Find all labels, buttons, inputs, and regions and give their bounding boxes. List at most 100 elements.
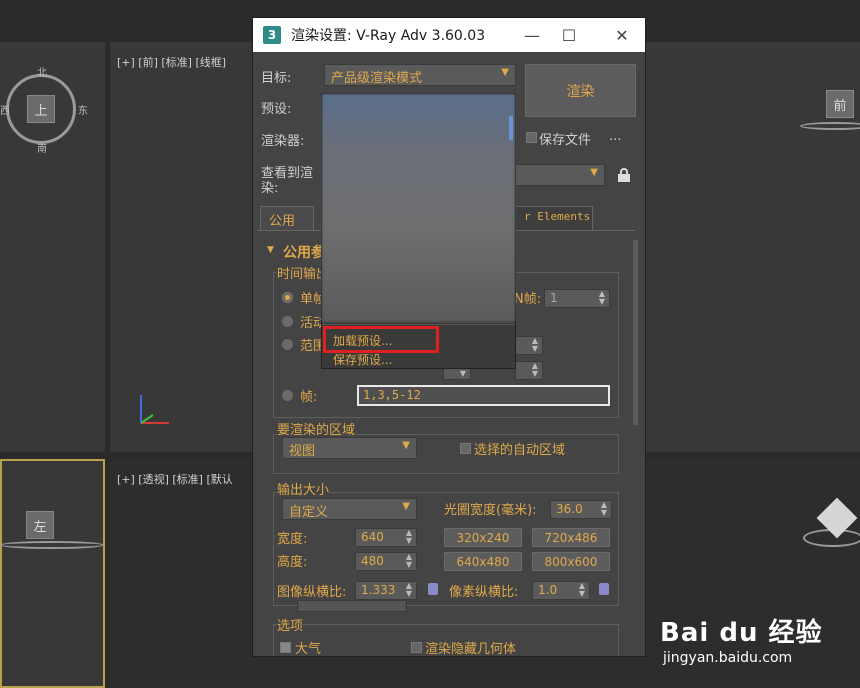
image-aspect-label: 图像纵横比: (277, 585, 347, 600)
menu-separator (322, 324, 515, 325)
viewcube-ring (0, 541, 104, 549)
spinner-arrows-icon[interactable]: ▲▼ (601, 501, 607, 517)
range-end-spinner[interactable]: ▲ ▼ (515, 336, 543, 355)
height-label: 高度: (277, 555, 308, 570)
view-dropdown[interactable]: ▼ (515, 164, 605, 186)
aperture-value: 36.0 (556, 502, 583, 516)
preset-label: 预设: (261, 102, 292, 117)
area-dropdown[interactable]: 视图 ▼ (282, 437, 417, 459)
target-dropdown[interactable]: 产品级渲染模式 ▼ (324, 64, 516, 86)
frames-radio[interactable] (282, 390, 293, 401)
every-n-value: 1 (550, 291, 558, 305)
preset-640x480-button[interactable]: 640x480 (444, 552, 522, 571)
watermark-url: jingyan.baidu.com (663, 650, 793, 666)
render-hidden-label: 渲染隐藏几何体 (425, 642, 517, 657)
viewport-persp-label[interactable]: [+] [透视] [标准] [默认 (117, 471, 233, 487)
area-heading: 要渲染的区域 (277, 419, 356, 438)
render-hidden-checkbox[interactable] (411, 642, 422, 653)
renderer-label: 渲染器: (261, 134, 305, 149)
preset-800x600-button[interactable]: 800x600 (532, 552, 610, 571)
atmosphere-label: 大气 (295, 642, 322, 657)
viewcube-front[interactable]: 前 (826, 90, 854, 118)
compass-west: 西 (0, 106, 10, 117)
watermark-logo-text: Bai du 经验 (660, 618, 823, 648)
output-size-heading: 输出大小 (277, 479, 330, 498)
height-spinner[interactable]: 480 ▲ ▼ (355, 552, 417, 571)
preset-320x240-button[interactable]: 320x240 (444, 528, 522, 547)
height-value: 480 (361, 554, 384, 568)
window-title: 渲染设置: V-Ray Adv 3.60.03 (291, 28, 486, 44)
chevron-down-icon: ▼ (402, 501, 410, 512)
auto-region-label: 选择的自动区域 (474, 443, 566, 458)
viewcube-ring (800, 122, 860, 130)
axis-gizmo-icon (140, 395, 169, 424)
watermark-logo: Bai du 经验 (660, 612, 823, 649)
aperture-label: 光圈宽度(毫米): (444, 503, 537, 518)
target-label: 目标: (261, 71, 292, 86)
rollout-triangle-icon[interactable]: ▼ (267, 245, 274, 255)
preset-scrollbar[interactable] (509, 116, 513, 140)
options-heading: 选项 (277, 615, 304, 634)
range-radio[interactable] (282, 339, 293, 350)
viewport-left[interactable]: 左 (0, 459, 105, 688)
save-file-label: 保存文件 (539, 133, 592, 148)
auto-region-checkbox[interactable] (460, 443, 471, 454)
highlight-annotation (323, 326, 439, 353)
aperture-spinner[interactable]: 36.0 ▲ ▼ (550, 500, 612, 519)
view-label-line2: 染: (261, 181, 279, 196)
frames-input[interactable]: 1,3,5-12 (357, 385, 610, 406)
file-number-spinner[interactable]: ▲ ▼ (515, 361, 543, 380)
single-radio[interactable] (282, 292, 293, 303)
atmosphere-checkbox[interactable] (280, 642, 291, 653)
close-button[interactable]: ✕ (599, 18, 645, 52)
target-value: 产品级渲染模式 (331, 71, 423, 86)
render-button[interactable]: 渲染 (525, 64, 636, 117)
viewport-front-label[interactable]: [+] [前] [标准] [线框] (117, 54, 226, 70)
preset-720x486-button[interactable]: 720x486 (532, 528, 610, 547)
spinner-arrows-icon[interactable]: ▲▼ (532, 362, 538, 378)
spinner-arrows-icon[interactable]: ▲▼ (579, 582, 585, 598)
compass-north: 北 (37, 68, 47, 79)
pixel-aspect-label: 像素纵横比: (449, 585, 519, 600)
lock-icon[interactable] (618, 168, 630, 182)
save-preset-item[interactable]: 保存预设... (333, 351, 392, 368)
viewcube-top[interactable]: 上 (27, 95, 55, 123)
tab-render-elements[interactable]: r Elements (515, 206, 593, 230)
frames-label: 帧: (300, 390, 318, 405)
spinner-arrows-icon[interactable]: ▲▼ (599, 290, 605, 306)
output-preset-dropdown[interactable]: 自定义 ▼ (282, 498, 417, 520)
pixel-aspect-spinner[interactable]: 1.0 ▲ ▼ (532, 581, 590, 600)
save-file-checkbox[interactable] (526, 132, 537, 143)
scrollbar[interactable] (633, 240, 638, 425)
lock-aspect-icon[interactable] (428, 583, 438, 595)
output-subfield[interactable] (297, 600, 407, 612)
lock-pixel-aspect-icon[interactable] (599, 583, 609, 595)
active-radio[interactable] (282, 316, 293, 327)
preset-list-area[interactable] (322, 94, 515, 322)
spinner-arrows-icon[interactable]: ▲▼ (406, 529, 412, 545)
width-spinner[interactable]: 640 ▲ ▼ (355, 528, 417, 547)
width-label: 宽度: (277, 532, 308, 547)
tab-common[interactable]: 公用 (260, 206, 314, 230)
viewport-right-top[interactable]: 前 (645, 42, 860, 452)
spinner-arrows-icon[interactable]: ▲▼ (532, 337, 538, 353)
spinner-arrows-icon[interactable]: ▲▼ (406, 553, 412, 569)
area-value: 视图 (289, 444, 316, 459)
output-preset-value: 自定义 (289, 505, 329, 520)
app-icon: 3 (263, 26, 281, 44)
maximize-button[interactable]: ☐ (546, 18, 592, 52)
viewport-top[interactable]: 上 北 南 东 西 (0, 42, 105, 452)
spinner-arrows-icon[interactable]: ▲▼ (406, 582, 412, 598)
compass-south: 南 (37, 144, 47, 155)
image-aspect-spinner[interactable]: 1.333 ▲ ▼ (355, 581, 417, 600)
compass-east: 东 (78, 106, 88, 117)
every-n-spinner[interactable]: 1 ▲ ▼ (544, 289, 610, 308)
chevron-down-icon: ▼ (402, 440, 410, 451)
chevron-down-icon: ▼ (590, 167, 598, 178)
save-file-browse[interactable]: ... (609, 129, 621, 144)
viewcube-left[interactable]: 左 (26, 511, 54, 539)
chevron-down-icon: ▼ (501, 67, 509, 78)
image-aspect-value: 1.333 (361, 583, 396, 597)
pixel-aspect-value: 1.0 (538, 583, 558, 597)
title-bar[interactable]: 3 渲染设置: V-Ray Adv 3.60.03 — ☐ ✕ (253, 18, 645, 52)
